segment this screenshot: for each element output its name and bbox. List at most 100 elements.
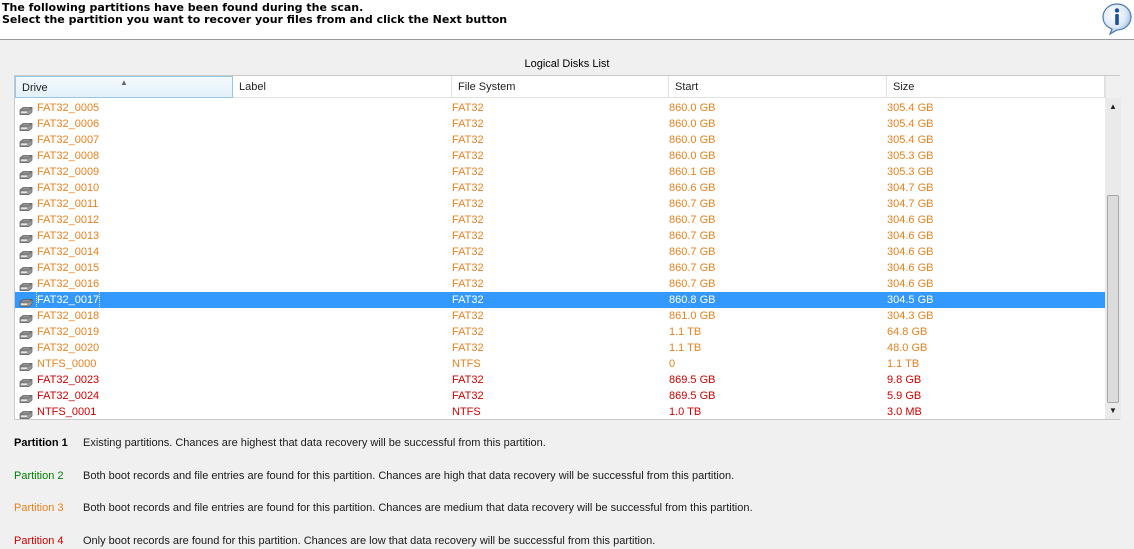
size-cell: 5.9 GB xyxy=(887,390,922,402)
file-system-cell: FAT32 xyxy=(452,102,484,114)
size-cell: 304.6 GB xyxy=(887,278,934,290)
start-cell: 860.7 GB xyxy=(669,198,716,210)
size-cell: 304.6 GB xyxy=(887,214,934,226)
logical-disks-title: Logical Disks List xyxy=(524,58,610,70)
hard-drive-icon xyxy=(19,408,33,419)
column-drive-label: Drive xyxy=(22,82,48,94)
column-size[interactable]: Size xyxy=(887,76,1105,98)
legend-name: Partition 4 xyxy=(14,535,64,547)
hard-drive-icon xyxy=(19,392,33,403)
file-system-cell: FAT32 xyxy=(452,294,484,306)
table-row[interactable]: FAT32_0024 FAT32 869.5 GB 5.9 GB xyxy=(15,388,1105,404)
table-row[interactable]: FAT32_0006 FAT32 860.0 GB 305.4 GB xyxy=(15,116,1105,132)
size-cell: 9.8 GB xyxy=(887,374,922,386)
size-cell: 304.6 GB xyxy=(887,246,934,258)
legend-item-partition-4: Partition 4 Only boot records are found f… xyxy=(14,534,1114,548)
file-system-cell: FAT32 xyxy=(452,342,484,354)
header-corner xyxy=(1105,76,1121,98)
file-system-cell: FAT32 xyxy=(452,326,484,338)
size-cell: 304.7 GB xyxy=(887,198,934,210)
size-cell: 304.6 GB xyxy=(887,262,934,274)
scrollbar-thumb[interactable] xyxy=(1107,195,1119,403)
file-system-cell: FAT32 xyxy=(452,134,484,146)
size-cell: 305.4 GB xyxy=(887,102,934,114)
table-row[interactable]: FAT32_0020 FAT32 1.1 TB 48.0 GB xyxy=(15,340,1105,356)
table-row[interactable]: FAT32_0013 FAT32 860.7 GB 304.6 GB xyxy=(15,228,1105,244)
start-cell: 860.0 GB xyxy=(669,150,716,162)
table-row[interactable]: FAT32_0008 FAT32 860.0 GB 305.3 GB xyxy=(15,148,1105,164)
legend-description: Both boot records and file entries are f… xyxy=(83,502,753,514)
start-cell: 860.7 GB xyxy=(669,278,716,290)
table-row[interactable]: FAT32_0011 FAT32 860.7 GB 304.7 GB xyxy=(15,196,1105,212)
table-row[interactable]: FAT32_0019 FAT32 1.1 TB 64.8 GB xyxy=(15,324,1105,340)
logical-disks-list[interactable]: Drive ▲ Label File System Start Size FAT… xyxy=(14,75,1121,420)
column-label[interactable]: Label xyxy=(233,76,452,98)
drive-cell: FAT32_0024 xyxy=(37,390,100,402)
start-cell: 860.1 GB xyxy=(669,166,716,178)
size-cell: 305.3 GB xyxy=(887,166,934,178)
drive-cell: FAT32_0017 xyxy=(35,291,101,309)
vertical-scrollbar[interactable]: ▲ ▼ xyxy=(1105,98,1121,419)
drive-cell: FAT32_0006 xyxy=(37,118,100,130)
start-cell: 860.8 GB xyxy=(669,294,716,306)
legend-name: Partition 2 xyxy=(14,470,64,482)
drive-cell: FAT32_0014 xyxy=(37,246,100,258)
table-row[interactable]: NTFS_0000 NTFS 0 1.1 TB xyxy=(15,356,1105,372)
table-row[interactable]: FAT32_0012 FAT32 860.7 GB 304.6 GB xyxy=(15,212,1105,228)
drive-cell: FAT32_0013 xyxy=(37,230,100,242)
drive-cell: FAT32_0008 xyxy=(37,150,100,162)
start-cell: 860.7 GB xyxy=(669,262,716,274)
size-cell: 304.6 GB xyxy=(887,230,934,242)
file-system-cell: FAT32 xyxy=(452,310,484,322)
column-header-bar: Drive ▲ Label File System Start Size xyxy=(15,76,1105,98)
size-cell: 304.5 GB xyxy=(887,294,934,306)
legend-item-partition-3: Partition 3 Both boot records and file en… xyxy=(14,501,1114,515)
scroll-down-arrow-icon[interactable]: ▼ xyxy=(1105,402,1121,419)
drive-cell: FAT32_0018 xyxy=(37,310,100,322)
drive-cell: FAT32_0005 xyxy=(37,102,100,114)
info-icon[interactable] xyxy=(1100,1,1134,36)
file-system-cell: FAT32 xyxy=(452,118,484,130)
start-cell: 860.0 GB xyxy=(669,118,716,130)
drive-cell: FAT32_0012 xyxy=(37,214,100,226)
column-drive[interactable]: Drive ▲ xyxy=(15,76,233,98)
scroll-up-arrow-icon[interactable]: ▲ xyxy=(1105,98,1121,115)
size-cell: 304.3 GB xyxy=(887,310,934,322)
size-cell: 304.7 GB xyxy=(887,182,934,194)
hard-drive-icon xyxy=(19,280,33,291)
table-row[interactable]: FAT32_0016 FAT32 860.7 GB 304.6 GB xyxy=(15,276,1105,292)
legend-name: Partition 1 xyxy=(14,437,68,449)
table-row[interactable]: FAT32_0018 FAT32 861.0 GB 304.3 GB xyxy=(15,308,1105,324)
start-cell: 860.7 GB xyxy=(669,230,716,242)
table-row[interactable]: FAT32_0005 FAT32 860.0 GB 305.4 GB xyxy=(15,100,1105,116)
table-row[interactable]: NTFS_0001 NTFS 1.0 TB 3.0 MB xyxy=(15,404,1105,419)
table-row[interactable]: FAT32_0015 FAT32 860.7 GB 304.6 GB xyxy=(15,260,1105,276)
legend-description: Both boot records and file entries are f… xyxy=(83,470,735,482)
start-cell: 860.0 GB xyxy=(669,102,716,114)
drive-cell: FAT32_0023 xyxy=(37,374,100,386)
start-cell: 0 xyxy=(669,358,676,370)
table-row[interactable]: FAT32_0010 FAT32 860.6 GB 304.7 GB xyxy=(15,180,1105,196)
size-cell: 64.8 GB xyxy=(887,326,928,338)
file-system-cell: NTFS xyxy=(452,406,481,418)
size-cell: 1.1 TB xyxy=(887,358,920,370)
table-row[interactable]: FAT32_0017 FAT32 860.8 GB 304.5 GB xyxy=(15,291,1105,309)
drive-cell: FAT32_0009 xyxy=(37,166,100,178)
column-start[interactable]: Start xyxy=(669,76,887,98)
size-cell: 305.3 GB xyxy=(887,150,934,162)
hard-drive-icon xyxy=(19,264,33,275)
header-instruction: Select the partition you want to recover… xyxy=(2,13,508,26)
table-row[interactable]: FAT32_0023 FAT32 869.5 GB 9.8 GB xyxy=(15,372,1105,388)
start-cell: 861.0 GB xyxy=(669,310,716,322)
drive-cell: NTFS_0000 xyxy=(37,358,97,370)
column-file-system[interactable]: File System xyxy=(452,76,669,98)
start-cell: 860.7 GB xyxy=(669,214,716,226)
file-system-cell: FAT32 xyxy=(452,198,484,210)
drive-cell: FAT32_0016 xyxy=(37,278,100,290)
table-row[interactable]: FAT32_0007 FAT32 860.0 GB 305.4 GB xyxy=(15,132,1105,148)
drive-cell: FAT32_0010 xyxy=(37,182,100,194)
legend-name: Partition 3 xyxy=(14,502,64,514)
hard-drive-icon xyxy=(19,104,33,115)
table-row[interactable]: FAT32_0009 FAT32 860.1 GB 305.3 GB xyxy=(15,164,1105,180)
table-row[interactable]: FAT32_0014 FAT32 860.7 GB 304.6 GB xyxy=(15,244,1105,260)
